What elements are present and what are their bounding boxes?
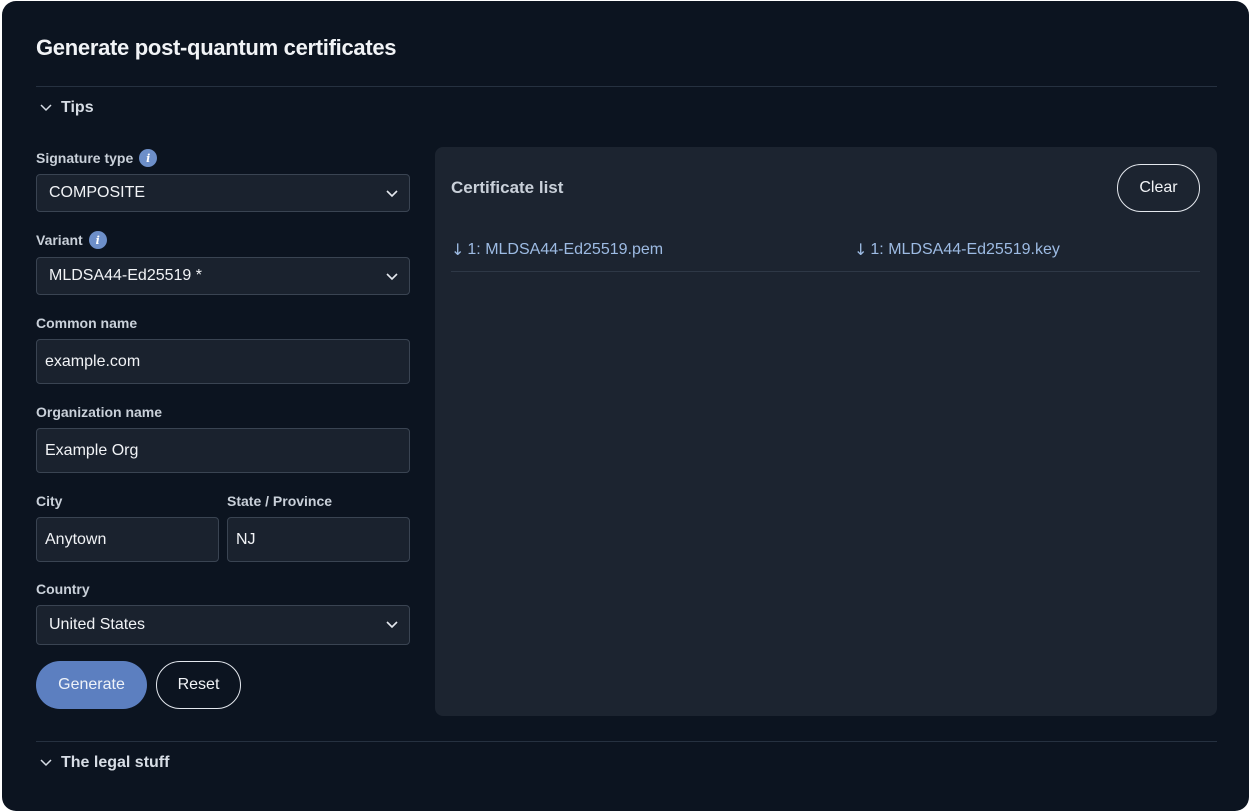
legal-toggle[interactable]: The legal stuff [36, 753, 169, 773]
info-icon[interactable]: i [88, 231, 107, 249]
info-icon[interactable]: i [139, 149, 158, 167]
chevron-down-icon [36, 753, 56, 773]
key-file-name: 1: MLDSA44-Ed25519.key [870, 240, 1060, 258]
state-label: State / Province [227, 493, 333, 509]
generate-button[interactable]: Generate [36, 661, 147, 709]
variant-label-row: Variant i [36, 231, 107, 249]
clear-button[interactable]: Clear [1117, 164, 1200, 212]
download-arrow-icon: ↓ [854, 240, 868, 259]
common-name-field[interactable]: example.com [36, 339, 410, 384]
page-title: Generate post-quantum certificates [36, 35, 397, 60]
country-value: United States [49, 616, 146, 633]
variant-select[interactable]: MLDSA44-Ed25519 * [36, 257, 410, 295]
pem-file-name: 1: MLDSA44-Ed25519.pem [467, 240, 664, 258]
certificate-list-panel: Certificate list Clear ↓ 1: MLDSA44-Ed25… [435, 147, 1217, 716]
city-label: City [36, 493, 63, 509]
tips-label: Tips [61, 99, 94, 116]
pem-download-link[interactable]: ↓ 1: MLDSA44-Ed25519.pem [451, 240, 663, 259]
organization-name-field[interactable]: Example Org [36, 428, 410, 473]
common-name-label: Common name [36, 315, 138, 331]
top-divider [36, 86, 1217, 87]
bottom-divider [36, 741, 1217, 742]
variant-label: Variant [36, 232, 83, 248]
signature-type-value: COMPOSITE [49, 184, 146, 201]
organization-name-label: Organization name [36, 404, 163, 420]
legal-label: The legal stuff [61, 754, 170, 771]
city-field[interactable]: Anytown [36, 517, 219, 562]
chevron-down-icon [386, 273, 398, 281]
chevron-down-icon [36, 98, 56, 118]
certificate-row: ↓ 1: MLDSA44-Ed25519.pem ↓ 1: MLDSA44-Ed… [451, 229, 1200, 272]
organization-name-value: Example Org [45, 441, 139, 459]
chevron-down-icon [386, 621, 398, 629]
country-select[interactable]: United States [36, 605, 410, 645]
chevron-down-icon [386, 190, 398, 198]
certificate-generator-panel: Generate post-quantum certificates Tips … [2, 1, 1249, 811]
signature-type-label: Signature type [36, 150, 134, 166]
state-field[interactable]: NJ [227, 517, 410, 562]
reset-button[interactable]: Reset [156, 661, 241, 709]
variant-value: MLDSA44-Ed25519 * [49, 267, 202, 284]
signature-type-select[interactable]: COMPOSITE [36, 174, 410, 212]
state-value: NJ [236, 530, 256, 548]
certificate-list-title: Certificate list [451, 178, 564, 197]
country-label: Country [36, 581, 90, 597]
download-arrow-icon: ↓ [451, 240, 465, 259]
city-value: Anytown [45, 530, 107, 548]
key-download-link[interactable]: ↓ 1: MLDSA44-Ed25519.key [854, 240, 1060, 259]
signature-type-label-row: Signature type i [36, 149, 158, 167]
tips-toggle[interactable]: Tips [36, 98, 94, 118]
common-name-value: example.com [45, 352, 141, 370]
